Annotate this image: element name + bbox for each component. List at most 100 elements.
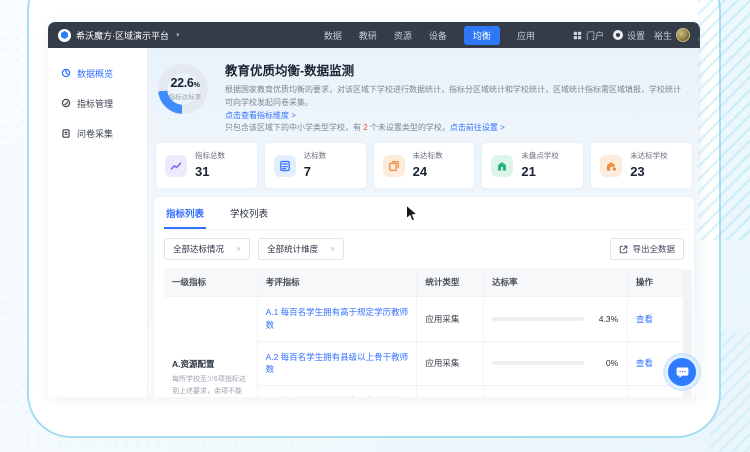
hero-text: 教育优质均衡-数据监测 根据国家教育优质均衡的要求，对该区域下学校进行数据统计，…: [225, 59, 688, 135]
chat-feedback-button[interactable]: [665, 355, 699, 389]
chart-icon: [165, 155, 187, 177]
sidebar-item-label: 问卷采集: [77, 127, 113, 140]
go-setup-link[interactable]: 点击前往设置 >: [450, 123, 505, 132]
sidebar-item-label: 数据概览: [77, 67, 113, 80]
header-action: 操作: [627, 268, 684, 297]
view-metrics-link[interactable]: 点击查看指标维度 >: [225, 111, 296, 120]
menu-item-device[interactable]: 设备: [429, 29, 447, 42]
metric-table: 一级指标 考评指标 统计类型 达标率 操作 A.资源配置 每所学校至少6项指标达…: [164, 268, 684, 397]
school-icon: [491, 155, 513, 177]
page-title: 教育优质均衡-数据监测: [225, 60, 688, 79]
header-indicator: 考评指标: [257, 268, 417, 297]
gauge-value: 22.6%: [170, 77, 199, 90]
gear-icon: [613, 30, 623, 40]
sidebar: 数据概览 指标管理 问卷采集: [48, 48, 148, 397]
list-panel: 指标列表 学校列表 全部达标情况 ∨ 全部统计维度 ∨ 导出全数据: [154, 197, 694, 397]
progress-bar: [492, 361, 584, 365]
filter-compliance-select[interactable]: 全部达标情况 ∨: [164, 238, 250, 260]
group-cell: A.资源配置 每所学校至少6项指标达到上述要求，余项不能低于要求的85%;所有指…: [164, 297, 257, 397]
main-content: 22.6% 指标达标率 教育优质均衡-数据监测 根据国家教育优质均衡的要求，对该…: [148, 48, 700, 397]
indicator-link[interactable]: A.3 每百名学生拥有体育、艺术（美术、音乐）专任教师数: [266, 396, 400, 397]
tab-school-list[interactable]: 学校列表: [228, 197, 270, 229]
filter-dimension-select[interactable]: 全部统计维度 ∨: [258, 238, 344, 260]
user-menu[interactable]: 裕生: [654, 28, 690, 42]
stat-label: 指标总数: [195, 150, 225, 161]
rate-cell: 0%: [492, 358, 619, 368]
export-label: 导出全数据: [632, 243, 675, 255]
rate-cell: 4.3%: [492, 314, 619, 324]
header-stat-type: 统计类型: [417, 268, 484, 297]
filter-dimension-value: 全部统计维度: [267, 243, 318, 255]
menu-item-data[interactable]: 数据: [324, 29, 342, 42]
stat-type: 学校统计: [417, 386, 484, 397]
stat-card-met: 达标数 7: [265, 143, 366, 188]
stat-cards: 指标总数 31 达标数 7 未达标数 24 未盘点学校 21 未达标学校 23: [156, 143, 692, 188]
navbar-right: 门户 设置 裕生: [573, 28, 690, 42]
portal-grid-icon: [573, 31, 582, 40]
menu-item-research[interactable]: 教研: [359, 29, 377, 42]
files-icon: [383, 155, 405, 177]
settings-button[interactable]: 设置: [613, 29, 645, 42]
school-alert-icon: [600, 155, 622, 177]
note-text: 只包含该区域下的中小学类型学校，有: [225, 123, 363, 132]
stat-value: 7: [304, 164, 311, 179]
stat-value: 23: [630, 164, 644, 179]
rate-value: 4.3%: [592, 314, 618, 324]
chat-bubble-icon: [675, 365, 690, 380]
table-row: A.资源配置 每所学校至少6项指标达到上述要求，余项不能低于要求的85%;所有指…: [164, 297, 684, 342]
progress-bar: [492, 317, 584, 321]
menu-item-apps[interactable]: 应用: [517, 29, 535, 42]
portal-button[interactable]: 门户: [573, 29, 604, 42]
portal-label: 门户: [586, 29, 604, 42]
brand[interactable]: 希沃魔方·区域演示平台 ▾: [58, 29, 180, 42]
compliance-gauge: 22.6% 指标达标率: [158, 64, 212, 135]
group-description: 每所学校至少6项指标达到上述要求，余项不能低于要求的85%;所有指标校际差异系数…: [172, 374, 249, 397]
tab-bar: 指标列表 学校列表: [164, 197, 684, 230]
view-link[interactable]: 查看: [636, 358, 653, 368]
stat-label: 达标数: [304, 150, 327, 161]
settings-label: 设置: [627, 29, 645, 42]
stat-label: 未盘点学校: [521, 150, 559, 161]
rate-value: 0%: [592, 358, 618, 368]
compass-icon: [61, 98, 71, 108]
calculator-icon: [274, 155, 296, 177]
stat-card-unmet: 未达标数 24: [374, 143, 475, 188]
table-header-row: 一级指标 考评指标 统计类型 达标率 操作: [164, 268, 684, 297]
stat-label: 未达标数: [413, 150, 443, 161]
filter-compliance-value: 全部达标情况: [173, 243, 224, 255]
sidebar-item-survey-collection[interactable]: 问卷采集: [48, 118, 147, 148]
sidebar-item-metric-management[interactable]: 指标管理: [48, 88, 147, 118]
seewo-logo-icon: [58, 29, 71, 42]
stat-label: 未达标学校: [630, 150, 668, 161]
user-name: 裕生: [654, 29, 672, 42]
menu-item-balance[interactable]: 均衡: [464, 26, 500, 45]
hero-description: 根据国家教育优质均衡的要求，对该区域下学校进行数据统计，指标分区域统计和学校统计…: [225, 84, 688, 135]
export-all-button[interactable]: 导出全数据: [610, 238, 684, 260]
view-link[interactable]: 查看: [636, 314, 653, 324]
filter-bar: 全部达标情况 ∨ 全部统计维度 ∨ 导出全数据: [164, 230, 684, 268]
indicator-link[interactable]: A.2 每百名学生拥有县级以上骨干教师数: [266, 352, 409, 375]
main-menu: 数据 教研 资源 设备 均衡 应用: [324, 26, 535, 45]
top-navbar: 希沃魔方·区域演示平台 ▾ 数据 教研 资源 设备 均衡 应用 门户 设置 裕生: [48, 22, 700, 48]
tab-metric-list[interactable]: 指标列表: [164, 197, 206, 229]
stat-value: 24: [413, 164, 427, 179]
chevron-down-icon: ∨: [330, 246, 335, 252]
gauge-icon: [61, 68, 71, 78]
indicator-link[interactable]: A.1 每百名学生拥有高于规定学历教师数: [266, 307, 409, 330]
sidebar-item-data-overview[interactable]: 数据概览: [48, 58, 147, 88]
note-text-2: 个未设置类型的学校，: [368, 123, 450, 132]
gauge-label: 指标达标率: [169, 91, 202, 101]
export-icon: [619, 245, 628, 254]
gauge-text: 22.6% 指标达标率: [158, 64, 212, 114]
header-level1: 一级指标: [164, 268, 257, 297]
platform-title: 希沃魔方·区域演示平台: [76, 29, 169, 42]
stat-value: 31: [195, 164, 209, 179]
sidebar-item-label: 指标管理: [77, 97, 113, 110]
group-name: A.资源配置: [172, 358, 249, 370]
stat-card-total-metrics: 指标总数 31: [156, 143, 257, 188]
stat-card-uninventoried-schools: 未盘点学校 21: [482, 143, 583, 188]
avatar: [676, 28, 690, 42]
stat-value: 21: [521, 164, 535, 179]
menu-item-resource[interactable]: 资源: [394, 29, 412, 42]
chevron-down-icon: ∨: [236, 246, 241, 252]
